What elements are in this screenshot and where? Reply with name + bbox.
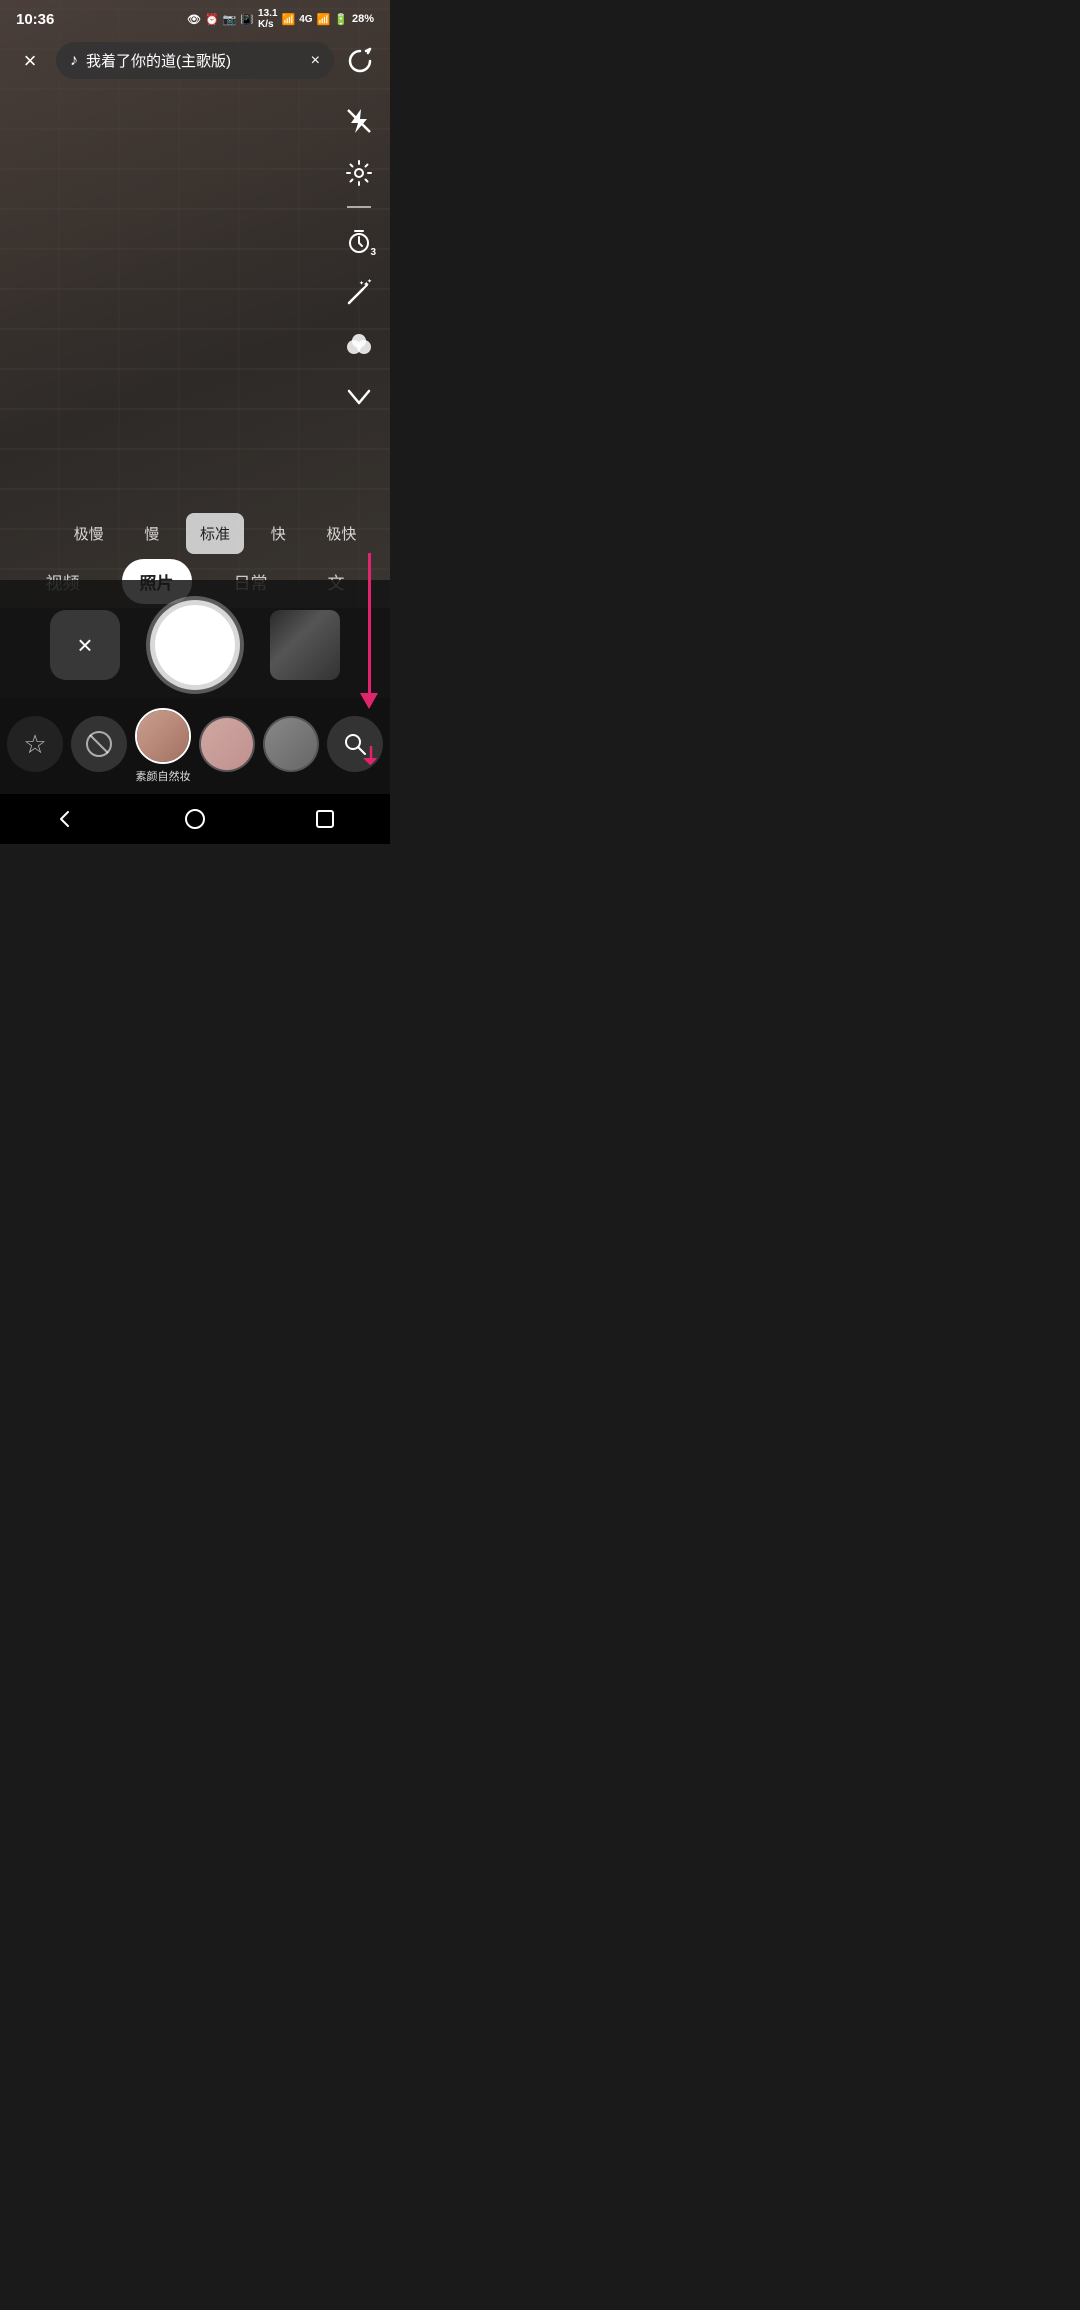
close-button[interactable]: × <box>12 43 48 79</box>
nav-home-button[interactable] <box>170 799 220 839</box>
speed-selector: 极慢 慢 标准 快 极快 <box>60 513 370 554</box>
toolbar-divider <box>347 206 371 208</box>
status-time: 10:36 <box>16 11 54 28</box>
alarm-icon: ⏰ <box>205 13 219 26</box>
settings-button[interactable] <box>338 152 380 194</box>
flash-button[interactable] <box>338 100 380 142</box>
arrow-head <box>360 693 378 709</box>
camera-icon: 📷 <box>223 13 237 26</box>
svg-text:✦: ✦ <box>367 279 372 285</box>
gallery-preview <box>270 610 340 680</box>
filter-star-thumb: ☆ <box>7 716 63 772</box>
nav-recent-button[interactable] <box>300 799 350 839</box>
filter-face2[interactable] <box>199 716 255 776</box>
battery-percent: 28% <box>352 13 374 25</box>
gallery-thumbnail[interactable] <box>270 610 340 680</box>
arrow-line <box>368 553 371 693</box>
timer-button[interactable]: 3 <box>338 220 380 262</box>
network-speed: 13.1K/s <box>258 8 277 30</box>
wifi-icon: 📶 <box>282 13 296 26</box>
speed-fast[interactable]: 快 <box>250 513 307 554</box>
speed-very-slow[interactable]: 极慢 <box>60 513 117 554</box>
music-pill[interactable]: ♪ 我着了你的道(主歌版) × <box>56 42 334 79</box>
filter-face3-img <box>265 718 317 770</box>
filter-bar: ☆ 素颜自然妆 <box>0 698 390 794</box>
filter-ban-thumb <box>71 716 127 772</box>
more-tools-button[interactable] <box>338 376 380 418</box>
filter-favorites[interactable]: ☆ <box>7 716 63 776</box>
nav-back-button[interactable] <box>40 799 90 839</box>
status-icons: 👁 ⏰ 📷 📳 13.1K/s 📶 4G 📶 🔋 28% <box>187 8 374 30</box>
pink-arrow <box>360 553 378 709</box>
status-bar: 10:36 👁 ⏰ 📷 📳 13.1K/s 📶 4G 📶 🔋 28% <box>0 0 390 34</box>
battery-icon: 🔋 <box>334 13 348 26</box>
filter-face1-img <box>137 710 189 762</box>
filter-face1[interactable]: 素颜自然妆 <box>135 708 191 784</box>
speed-very-fast[interactable]: 极快 <box>313 513 370 554</box>
music-close-button[interactable]: × <box>311 52 320 70</box>
vibrate-icon: 📳 <box>240 13 254 26</box>
magic-button[interactable]: ✦ ✦ ✦ <box>338 272 380 314</box>
bottom-controls: × <box>0 580 390 714</box>
filter-search-thumb <box>327 716 383 772</box>
eye-icon: 👁 <box>187 13 201 26</box>
filter-face2-img <box>201 718 253 770</box>
filter-face1-thumb <box>135 708 191 764</box>
filter-search[interactable] <box>327 716 383 776</box>
svg-text:✦: ✦ <box>359 280 364 287</box>
music-title: 我着了你的道(主歌版) <box>86 50 303 71</box>
speed-slow[interactable]: 慢 <box>123 513 180 554</box>
refresh-button[interactable] <box>342 43 378 79</box>
star-icon: ☆ <box>23 729 46 760</box>
music-note-icon: ♪ <box>70 52 78 70</box>
filter-face3-thumb <box>263 716 319 772</box>
speed-normal[interactable]: 标准 <box>186 513 243 554</box>
right-toolbar: 3 ✦ ✦ ✦ <box>338 100 380 418</box>
timer-count: 3 <box>370 247 376 258</box>
nav-bar <box>0 794 390 844</box>
filter-none[interactable] <box>71 716 127 776</box>
data-icon: 4G <box>299 14 312 25</box>
cancel-button[interactable]: × <box>50 610 120 680</box>
beauty-button[interactable] <box>338 324 380 366</box>
filter-face2-thumb <box>199 716 255 772</box>
filter-face3[interactable] <box>263 716 319 776</box>
top-bar: × ♪ 我着了你的道(主歌版) × <box>0 34 390 87</box>
shutter-button[interactable] <box>150 600 240 690</box>
signal-icon: 📶 <box>317 13 331 26</box>
filter-selected-label: 素颜自然妆 <box>136 768 191 784</box>
